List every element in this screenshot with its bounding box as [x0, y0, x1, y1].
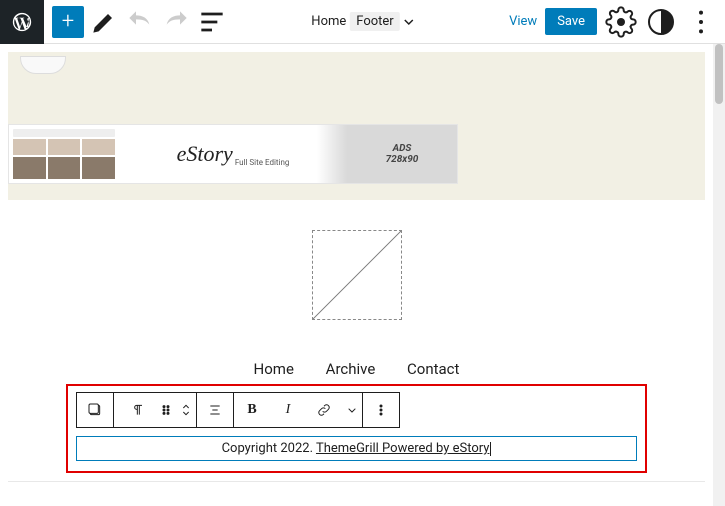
wordpress-logo[interactable]	[0, 0, 44, 44]
styles-icon[interactable]	[645, 6, 677, 38]
save-button[interactable]: Save	[545, 8, 597, 35]
chevron-down-icon	[404, 17, 414, 27]
drag-handle-icon[interactable]	[156, 393, 176, 427]
undo-icon[interactable]	[124, 6, 156, 38]
copyright-prefix: Copyright 2022.	[222, 441, 316, 456]
footer-nav: Home Archive Contact	[8, 360, 705, 378]
ad-banner[interactable]: eStory Full Site Editing ADS 728x90	[8, 124, 458, 184]
breadcrumb[interactable]: Home Footer	[311, 12, 413, 31]
list-view-icon[interactable]	[196, 6, 228, 38]
align-icon[interactable]	[197, 393, 233, 427]
breadcrumb-home: Home	[311, 14, 346, 29]
nav-contact[interactable]: Contact	[407, 360, 459, 378]
copyright-link-text: ThemeGrill Powered by eStory	[316, 441, 489, 456]
scrollbar-thumb[interactable]	[715, 44, 723, 104]
content-upper: eStory Full Site Editing ADS 728x90	[8, 52, 705, 200]
add-block-button[interactable]: +	[52, 6, 84, 38]
breadcrumb-footer: Footer	[350, 12, 399, 31]
ad-right: ADS 728x90	[347, 125, 457, 183]
paragraph-block-icon[interactable]	[77, 393, 113, 427]
ad-brand: eStory	[177, 141, 233, 167]
ad-label: ADS	[393, 143, 412, 154]
bottom-divider	[8, 481, 705, 482]
move-arrows-icon[interactable]	[176, 393, 196, 427]
highlighted-area: B I	[66, 384, 647, 473]
link-icon[interactable]	[306, 393, 342, 427]
nav-archive[interactable]: Archive	[326, 360, 376, 378]
more-icon[interactable]	[685, 6, 717, 38]
ad-tagline: Full Site Editing	[235, 158, 290, 167]
settings-icon[interactable]	[605, 6, 637, 38]
bold-icon[interactable]: B	[234, 393, 270, 427]
view-link[interactable]: View	[509, 14, 537, 29]
left-tools: +	[52, 6, 228, 38]
editor-canvas: eStory Full Site Editing ADS 728x90 Home…	[0, 44, 725, 506]
ad-size: 728x90	[386, 154, 419, 165]
partial-element	[20, 56, 66, 74]
editor-topbar: + Home Footer View Save	[0, 0, 725, 44]
ad-thumbs	[9, 125, 119, 183]
text-caret	[490, 442, 491, 456]
nav-home[interactable]: Home	[254, 360, 294, 378]
image-placeholder[interactable]	[312, 230, 402, 320]
right-tools: View Save	[509, 6, 717, 38]
pilcrow-icon[interactable]	[120, 393, 156, 427]
more-options-icon[interactable]	[363, 393, 399, 427]
footer-area: Home Archive Contact	[8, 200, 705, 482]
chevron-down-icon[interactable]	[342, 393, 362, 427]
redo-icon[interactable]	[160, 6, 192, 38]
block-toolbar: B I	[76, 392, 400, 428]
vertical-scrollbar[interactable]	[713, 44, 725, 506]
italic-icon[interactable]: I	[270, 393, 306, 427]
edit-tool-icon[interactable]	[88, 6, 120, 38]
ad-mid: eStory Full Site Editing	[119, 125, 347, 183]
copyright-paragraph[interactable]: Copyright 2022. ThemeGrill Powered by eS…	[76, 436, 637, 461]
